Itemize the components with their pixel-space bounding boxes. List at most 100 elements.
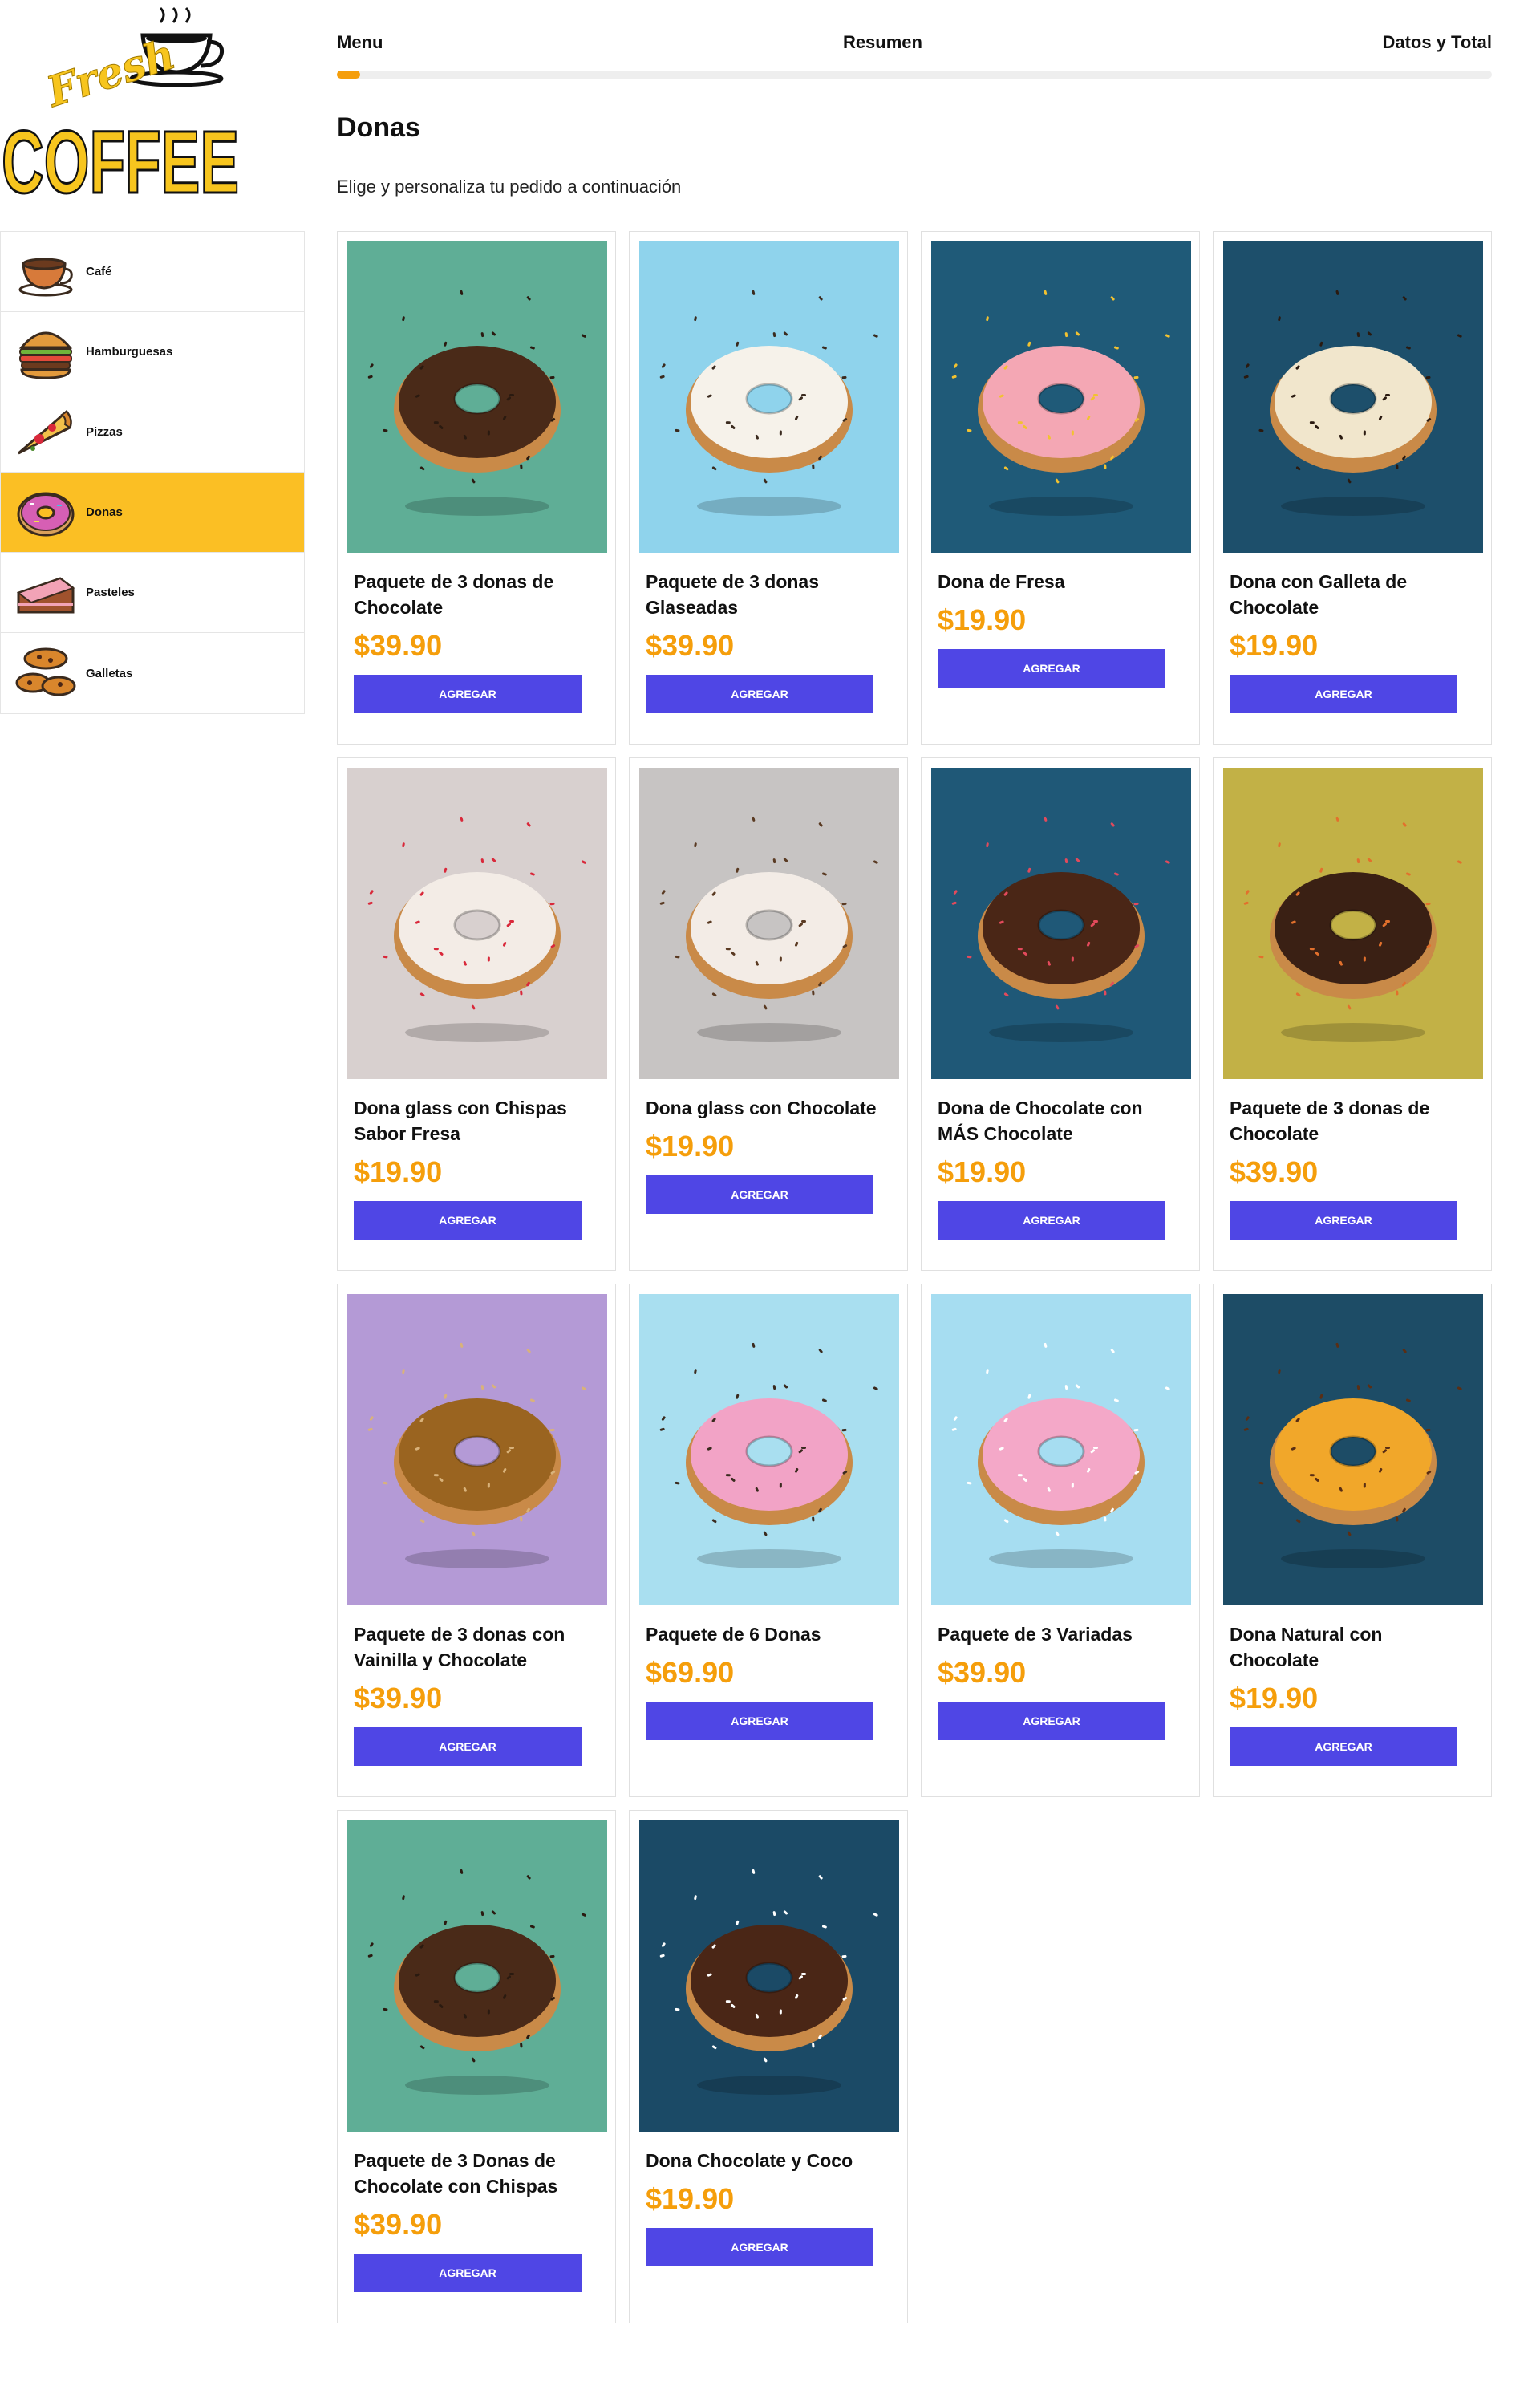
category-item-galletas[interactable]: Galletas [1, 633, 304, 713]
category-label: Café [86, 265, 112, 278]
product-name: Dona de Chocolate con MÁS Chocolate [938, 1098, 1143, 1144]
product-image [1223, 241, 1483, 553]
product-image [931, 241, 1191, 553]
product-price: $19.90 [646, 1130, 735, 1163]
category-label: Galletas [86, 666, 133, 680]
progress-fill [337, 71, 360, 79]
product-image [347, 1820, 607, 2132]
product-name: Paquete de 3 donas de Chocolate [1230, 1098, 1430, 1144]
product-price: $19.90 [938, 1155, 1027, 1188]
product-price: $19.90 [1230, 1682, 1319, 1714]
product-image [931, 768, 1191, 1079]
add-to-order-button[interactable]: Agregar [646, 675, 873, 713]
coffee-cup-icon [18, 258, 73, 296]
product-image [1223, 1294, 1483, 1605]
product-card: Dona con Galleta de Chocolate $19.90 Agr… [1213, 231, 1492, 745]
product-price: $19.90 [1230, 629, 1319, 662]
checkout-steps: Menu Resumen Datos y Total [337, 32, 1492, 53]
add-to-order-button[interactable]: Agregar [938, 1702, 1165, 1740]
product-name: Paquete de 3 donas con Vainilla y Chocol… [354, 1624, 565, 1670]
product-card: Paquete de 3 Donas de Chocolate con Chis… [337, 1810, 616, 2323]
add-to-order-button[interactable]: Agregar [938, 1201, 1165, 1240]
product-image [639, 768, 899, 1079]
product-price: $39.90 [354, 2208, 443, 2241]
product-name: Dona Chocolate y Coco [646, 2150, 853, 2171]
product-name: Dona Natural con Chocolate [1230, 1624, 1383, 1670]
product-price: $39.90 [354, 1682, 443, 1714]
product-name: Dona glass con Chocolate [646, 1098, 877, 1118]
brand-main-word: COFFEE [2, 113, 239, 209]
product-name: Paquete de 6 Donas [646, 1624, 821, 1645]
product-name: Paquete de 3 donas Glaseadas [646, 571, 820, 618]
product-card: Dona de Fresa $19.90 Agregar [921, 231, 1200, 745]
step-resumen[interactable]: Resumen [843, 32, 922, 53]
product-name: Dona glass con Chispas Sabor Fresa [354, 1098, 567, 1144]
burger-icon [18, 331, 73, 379]
product-price: $39.90 [646, 629, 735, 662]
category-label: Pasteles [86, 586, 135, 599]
product-image [639, 1294, 899, 1605]
product-price: $19.90 [646, 2182, 735, 2215]
product-name: Paquete de 3 donas de Chocolate [354, 571, 554, 618]
page-subtitle: Elige y personaliza tu pedido a continua… [337, 177, 682, 197]
category-item-pizzas[interactable]: Pizzas [1, 392, 304, 473]
product-image [639, 241, 899, 553]
product-card: Paquete de 6 Donas $69.90 Agregar [629, 1284, 908, 1797]
add-to-order-button[interactable]: Agregar [646, 1175, 873, 1214]
product-image [347, 768, 607, 1079]
product-image [931, 1294, 1191, 1605]
brand-script-word: Fresh [39, 30, 180, 117]
add-to-order-button[interactable]: Agregar [354, 2254, 582, 2292]
product-image [1223, 768, 1483, 1079]
add-to-order-button[interactable]: Agregar [1230, 1727, 1457, 1766]
add-to-order-button[interactable]: Agregar [646, 2228, 873, 2266]
pizza-icon [18, 409, 72, 454]
add-to-order-button[interactable]: Agregar [646, 1702, 873, 1740]
brand-logo: Fresh COFFEE [0, 0, 241, 209]
product-card: Dona glass con Chispas Sabor Fresa $19.9… [337, 757, 616, 1271]
product-card: Paquete de 3 Variadas $39.90 Agregar [921, 1284, 1200, 1797]
product-price: $19.90 [354, 1155, 443, 1188]
progress-track [337, 71, 1492, 79]
product-price: $39.90 [938, 1656, 1027, 1689]
product-name: Dona con Galleta de Chocolate [1230, 571, 1408, 618]
product-card: Paquete de 3 donas de Chocolate $39.90 A… [337, 231, 616, 745]
step-menu[interactable]: Menu [337, 32, 383, 53]
add-to-order-button[interactable]: Agregar [354, 1727, 582, 1766]
product-price: $19.90 [938, 603, 1027, 636]
product-grid: Paquete de 3 donas de Chocolate $39.90 A… [337, 231, 1492, 2323]
add-to-order-button[interactable]: Agregar [354, 1201, 582, 1240]
product-price: $39.90 [354, 629, 443, 662]
cookies-icon [15, 647, 76, 696]
page-title: Donas [337, 112, 420, 143]
product-image [347, 241, 607, 553]
category-label: Pizzas [86, 425, 123, 439]
product-image [347, 1294, 607, 1605]
category-label: Donas [86, 505, 123, 519]
donut-icon [17, 492, 75, 536]
product-image [639, 1820, 899, 2132]
product-card: Dona glass con Chocolate $19.90 Agregar [629, 757, 908, 1271]
cake-icon [16, 576, 75, 613]
step-datos-total[interactable]: Datos y Total [1382, 32, 1492, 53]
category-item-cafe[interactable]: Café [1, 232, 304, 312]
product-card: Paquete de 3 donas con Vainilla y Chocol… [337, 1284, 616, 1797]
product-name: Dona de Fresa [938, 571, 1065, 592]
product-card: Paquete de 3 donas Glaseadas $39.90 Agre… [629, 231, 908, 745]
add-to-order-button[interactable]: Agregar [938, 649, 1165, 688]
category-label: Hamburguesas [86, 345, 173, 359]
category-item-hamburguesas[interactable]: Hamburguesas [1, 312, 304, 392]
add-to-order-button[interactable]: Agregar [1230, 1201, 1457, 1240]
category-list: Café Hamburguesas Pizzas Donas Pasteles … [0, 231, 305, 714]
product-card: Dona Natural con Chocolate $19.90 Agrega… [1213, 1284, 1492, 1797]
product-price: $69.90 [646, 1656, 735, 1689]
product-name: Paquete de 3 Donas de Chocolate con Chis… [354, 2150, 558, 2197]
product-name: Paquete de 3 Variadas [938, 1624, 1133, 1645]
category-item-donas[interactable]: Donas [1, 473, 304, 553]
add-to-order-button[interactable]: Agregar [354, 675, 582, 713]
add-to-order-button[interactable]: Agregar [1230, 675, 1457, 713]
category-item-pasteles[interactable]: Pasteles [1, 553, 304, 633]
product-card: Paquete de 3 donas de Chocolate $39.90 A… [1213, 757, 1492, 1271]
product-card: Dona de Chocolate con MÁS Chocolate $19.… [921, 757, 1200, 1271]
product-price: $39.90 [1230, 1155, 1319, 1188]
